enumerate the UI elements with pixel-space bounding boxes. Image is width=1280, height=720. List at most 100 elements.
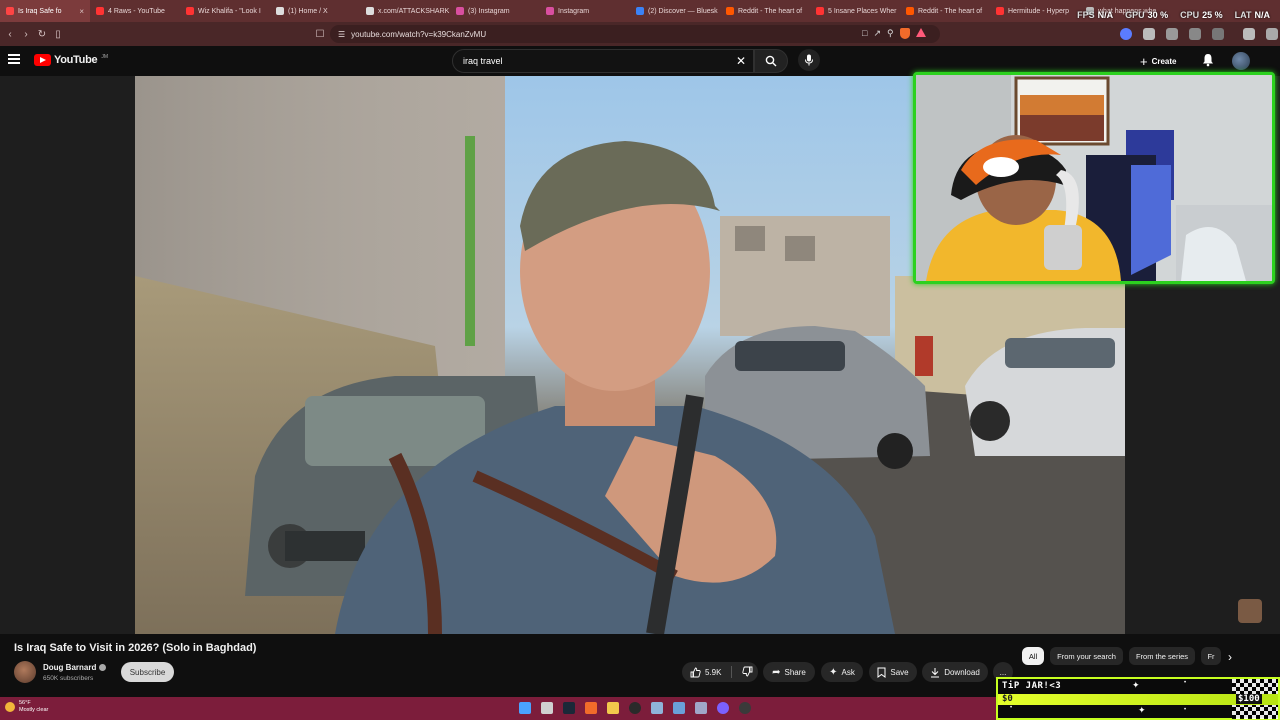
- notepad-icon[interactable]: [695, 702, 707, 714]
- download-icon: [931, 667, 940, 677]
- tab-label: Is Iraq Safe fo: [18, 7, 62, 15]
- pip-icon[interactable]: □: [862, 28, 867, 39]
- account-avatar[interactable]: [1232, 52, 1250, 70]
- browser-tab[interactable]: Reddit - The heart of: [900, 0, 990, 22]
- tab-favicon-icon: [816, 7, 824, 15]
- reload-icon[interactable]: ↻: [34, 26, 50, 42]
- like-button[interactable]: 5.9K: [690, 667, 721, 678]
- download-icon[interactable]: [1189, 28, 1201, 40]
- app-icon[interactable]: [673, 702, 685, 714]
- task-view-icon[interactable]: [541, 702, 553, 714]
- share-page-icon[interactable]: ↗: [873, 28, 881, 39]
- forward-icon[interactable]: ›: [18, 26, 34, 42]
- fps-readout: FPS N/A: [1077, 10, 1114, 20]
- webcam-image: [916, 75, 1272, 281]
- tab-favicon-icon: [906, 7, 914, 15]
- chip-from-the-series[interactable]: From the series: [1129, 647, 1195, 665]
- start-icon[interactable]: [519, 702, 531, 714]
- browser-tab[interactable]: Is Iraq Safe fo ×: [0, 0, 90, 22]
- file-explorer-icon[interactable]: [607, 702, 619, 714]
- create-button[interactable]: + Create: [1140, 51, 1177, 71]
- zoom-icon[interactable]: ⚲: [887, 28, 894, 39]
- verified-icon: [99, 664, 107, 671]
- voice-search-button[interactable]: [798, 49, 820, 71]
- tab-favicon-icon: [636, 7, 644, 15]
- browser-tab[interactable]: x.com/ATTACKSHARK: [360, 0, 450, 22]
- subscribe-button[interactable]: Subscribe: [121, 662, 174, 682]
- browser-tab[interactable]: 4 Raws - YouTube: [90, 0, 180, 22]
- brave-shield-icon[interactable]: [899, 28, 910, 39]
- chip-scroll-right-icon[interactable]: ›: [1228, 650, 1232, 664]
- extension-icon[interactable]: [1120, 28, 1132, 40]
- like-dislike-group: 5.9K: [682, 662, 758, 682]
- weather-widget[interactable]: 56°F Mostly clear: [5, 700, 48, 714]
- settings-icon[interactable]: [651, 702, 663, 714]
- browser-tab[interactable]: (1) Home / X: [270, 0, 360, 22]
- chip-all[interactable]: All: [1022, 647, 1044, 665]
- brave-icon[interactable]: [585, 702, 597, 714]
- extension-icon[interactable]: [1143, 28, 1155, 40]
- hamburger-menu-icon[interactable]: [8, 54, 20, 64]
- rewards-icon[interactable]: [915, 28, 926, 37]
- browser-tab[interactable]: Wiz Khalifa - "Look I: [180, 0, 270, 22]
- site-info-icon[interactable]: ☰: [338, 30, 345, 39]
- tab-favicon-icon: [996, 7, 1004, 15]
- notifications-bell-icon[interactable]: [1202, 53, 1214, 72]
- youtube-logo[interactable]: YouTube JM: [34, 54, 108, 66]
- subscriber-count: 650K subscribers: [43, 675, 94, 682]
- bookmark-icon[interactable]: ☐: [312, 26, 328, 42]
- tab-favicon-icon: [546, 7, 554, 15]
- browser-tab[interactable]: 5 Insane Places Wher: [810, 0, 900, 22]
- tab-label: (3) Instagram: [468, 7, 510, 15]
- sparkle-icon: •: [1184, 680, 1187, 686]
- country-code: JM: [101, 54, 108, 60]
- github-icon[interactable]: [739, 702, 751, 714]
- address-bar[interactable]: ☰ youtube.com/watch?v=k39CkanZvMU: [330, 25, 940, 43]
- performance-overlay: FPS N/A GPU 30 % CPU 25 % LAT N/A: [1077, 10, 1270, 20]
- share-button[interactable]: ➦ Share: [763, 662, 815, 682]
- browser-tab[interactable]: Instagram: [540, 0, 630, 22]
- more-icon: ...: [999, 667, 1007, 677]
- save-button[interactable]: Save: [869, 662, 917, 682]
- obs-icon[interactable]: [629, 702, 641, 714]
- like-count: 5.9K: [705, 667, 722, 677]
- weather-temp: 56°F: [19, 700, 31, 706]
- browser-tab[interactable]: Reddit - The heart of: [720, 0, 810, 22]
- back-icon[interactable]: ‹: [2, 26, 18, 42]
- share-icon: ➦: [772, 666, 781, 678]
- sparkle-icon: ✦: [829, 666, 838, 678]
- chip-truncated[interactable]: Fr: [1201, 647, 1221, 665]
- cpu-readout: CPU 25 %: [1180, 10, 1223, 20]
- channel-avatar[interactable]: [14, 661, 36, 683]
- clear-search-icon[interactable]: ✕: [736, 54, 746, 68]
- browser-tab[interactable]: (3) Instagram: [450, 0, 540, 22]
- close-tab-icon[interactable]: ×: [79, 7, 84, 16]
- search-button[interactable]: [754, 49, 788, 73]
- sidebar-toggle-icon[interactable]: ▯: [50, 26, 66, 42]
- tab-favicon-icon: [186, 7, 194, 15]
- devtools-icon[interactable]: [1212, 28, 1224, 40]
- steam-icon[interactable]: [563, 702, 575, 714]
- tab-label: Instagram: [558, 7, 590, 15]
- channel-name[interactable]: Doug Barnard: [43, 663, 107, 672]
- wallet-icon[interactable]: [1166, 28, 1178, 40]
- tab-label: Hermitude - Hyperp: [1008, 7, 1070, 15]
- music-icon[interactable]: [1243, 28, 1255, 40]
- browser-tab[interactable]: (2) Discover — Bluesk: [630, 0, 720, 22]
- chip-from-your-search[interactable]: From your search: [1050, 647, 1123, 665]
- plus-icon: +: [1140, 53, 1148, 69]
- tab-favicon-icon: [366, 7, 374, 15]
- ask-button[interactable]: ✦ Ask: [821, 662, 863, 682]
- copy-icon[interactable]: [1266, 28, 1278, 40]
- dislike-button[interactable]: [742, 666, 753, 679]
- browser-tab[interactable]: Hermitude - Hyperp: [990, 0, 1080, 22]
- download-button[interactable]: Download: [922, 662, 988, 682]
- channel-watermark[interactable]: [1238, 599, 1262, 623]
- discord-icon[interactable]: [717, 702, 729, 714]
- create-label: Create: [1151, 56, 1177, 66]
- sparkle-icon: ✦: [1132, 680, 1140, 690]
- search-input[interactable]: iraq travel: [452, 49, 754, 73]
- url-text: youtube.com/watch?v=k39CkanZvMU: [351, 29, 487, 39]
- share-label: Share: [784, 667, 806, 677]
- tab-label: Reddit - The heart of: [918, 7, 983, 15]
